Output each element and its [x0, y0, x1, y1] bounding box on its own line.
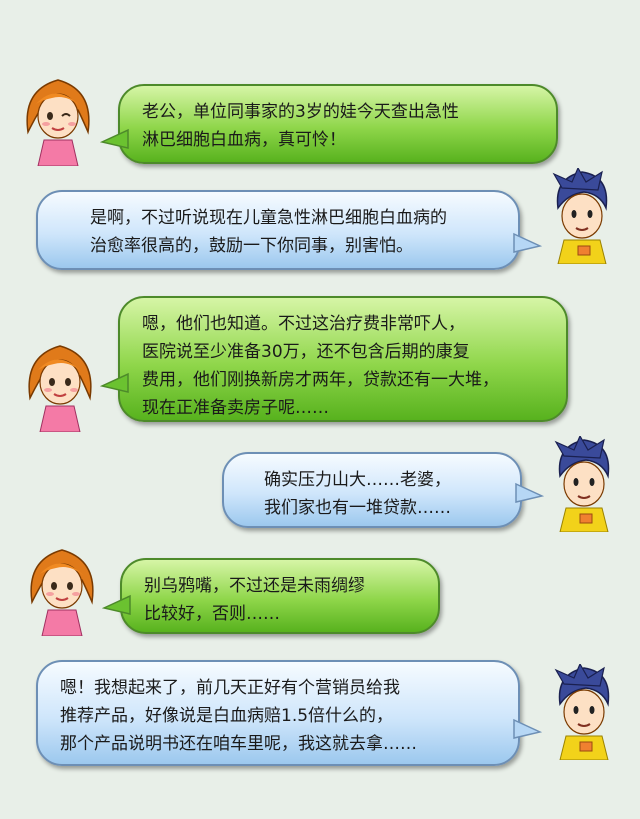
bubble-text-line: 医院说至少准备30万，还不包含后期的康复	[142, 342, 470, 362]
wife-avatar-icon	[26, 79, 90, 166]
bubble-text-line: 是啊，不过听说现在儿童急性淋巴细胞白血病的	[90, 208, 447, 228]
husband-speech-bubble-1: 是啊，不过听说现在儿童急性淋巴细胞白血病的 治愈率很高的，鼓励一下你同事，别害怕…	[36, 190, 520, 270]
bubble-text-line: 推荐产品，好像说是白血病赔1.5倍什么的，	[60, 706, 394, 726]
wife-avatar-icon	[28, 345, 92, 432]
husband-avatar-icon	[552, 168, 608, 264]
bubble-text-line: 嗯！我想起来了，前几天正好有个营销员给我	[60, 678, 400, 698]
bubble-tail-icon	[100, 128, 129, 149]
wife-speech-bubble-2: 嗯，他们也知道。不过这治疗费非常吓人， 医院说至少准备30万，还不包含后期的康复…	[118, 296, 568, 422]
husband-speech-bubble-3: 嗯！我想起来了，前几天正好有个营销员给我 推荐产品，好像说是白血病赔1.5倍什么…	[36, 660, 520, 766]
bubble-text-line: 别乌鸦嘴，不过还是未雨绸缪	[144, 576, 365, 596]
bubble-text-line: 确实压力山大……老婆，	[264, 470, 451, 490]
husband-avatar-icon	[554, 436, 610, 532]
bubble-text-line: 那个产品说明书还在咱车里呢，我这就去拿……	[60, 734, 417, 754]
wife-avatar-icon	[30, 549, 94, 636]
bubble-tail-icon	[100, 372, 129, 393]
bubble-tail-icon	[515, 482, 544, 503]
husband-avatar-icon	[554, 664, 610, 760]
bubble-text-line: 嗯，他们也知道。不过这治疗费非常吓人，	[142, 314, 465, 334]
bubble-tail-icon	[513, 232, 542, 253]
bubble-text-line: 费用，他们刚换新房才两年，贷款还有一大堆，	[142, 370, 499, 390]
bubble-text-line: 比较好，否则……	[144, 604, 280, 624]
wife-speech-bubble-3: 别乌鸦嘴，不过还是未雨绸缪 比较好，否则……	[120, 558, 440, 634]
bubble-tail-icon	[102, 594, 131, 615]
bubble-text-line: 治愈率很高的，鼓励一下你同事，别害怕。	[90, 236, 413, 256]
bubble-text-line: 老公，单位同事家的3岁的娃今天查出急性	[142, 102, 459, 122]
wife-speech-bubble-1: 老公，单位同事家的3岁的娃今天查出急性 淋巴细胞白血病，真可怜！	[118, 84, 558, 164]
husband-speech-bubble-2: 确实压力山大……老婆， 我们家也有一堆贷款……	[222, 452, 522, 528]
bubble-tail-icon	[513, 718, 542, 739]
bubble-text-line: 淋巴细胞白血病，真可怜！	[142, 130, 346, 150]
bubble-text-line: 现在正准备卖房子呢……	[142, 398, 329, 418]
bubble-text-line: 我们家也有一堆贷款……	[264, 498, 451, 518]
